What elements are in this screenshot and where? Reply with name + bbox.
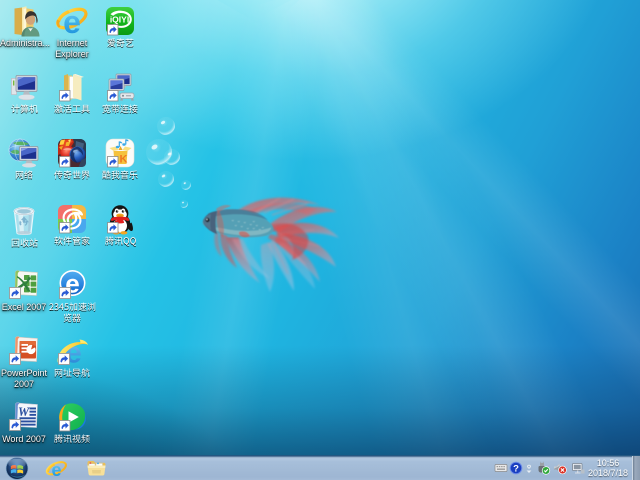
svg-text:iQIYI: iQIYI [110, 15, 129, 25]
svg-text:K: K [120, 154, 128, 166]
svg-text:e: e [51, 460, 61, 478]
svg-text:?: ? [513, 464, 519, 475]
svg-text:W: W [18, 405, 30, 419]
svg-text:e: e [63, 5, 81, 37]
